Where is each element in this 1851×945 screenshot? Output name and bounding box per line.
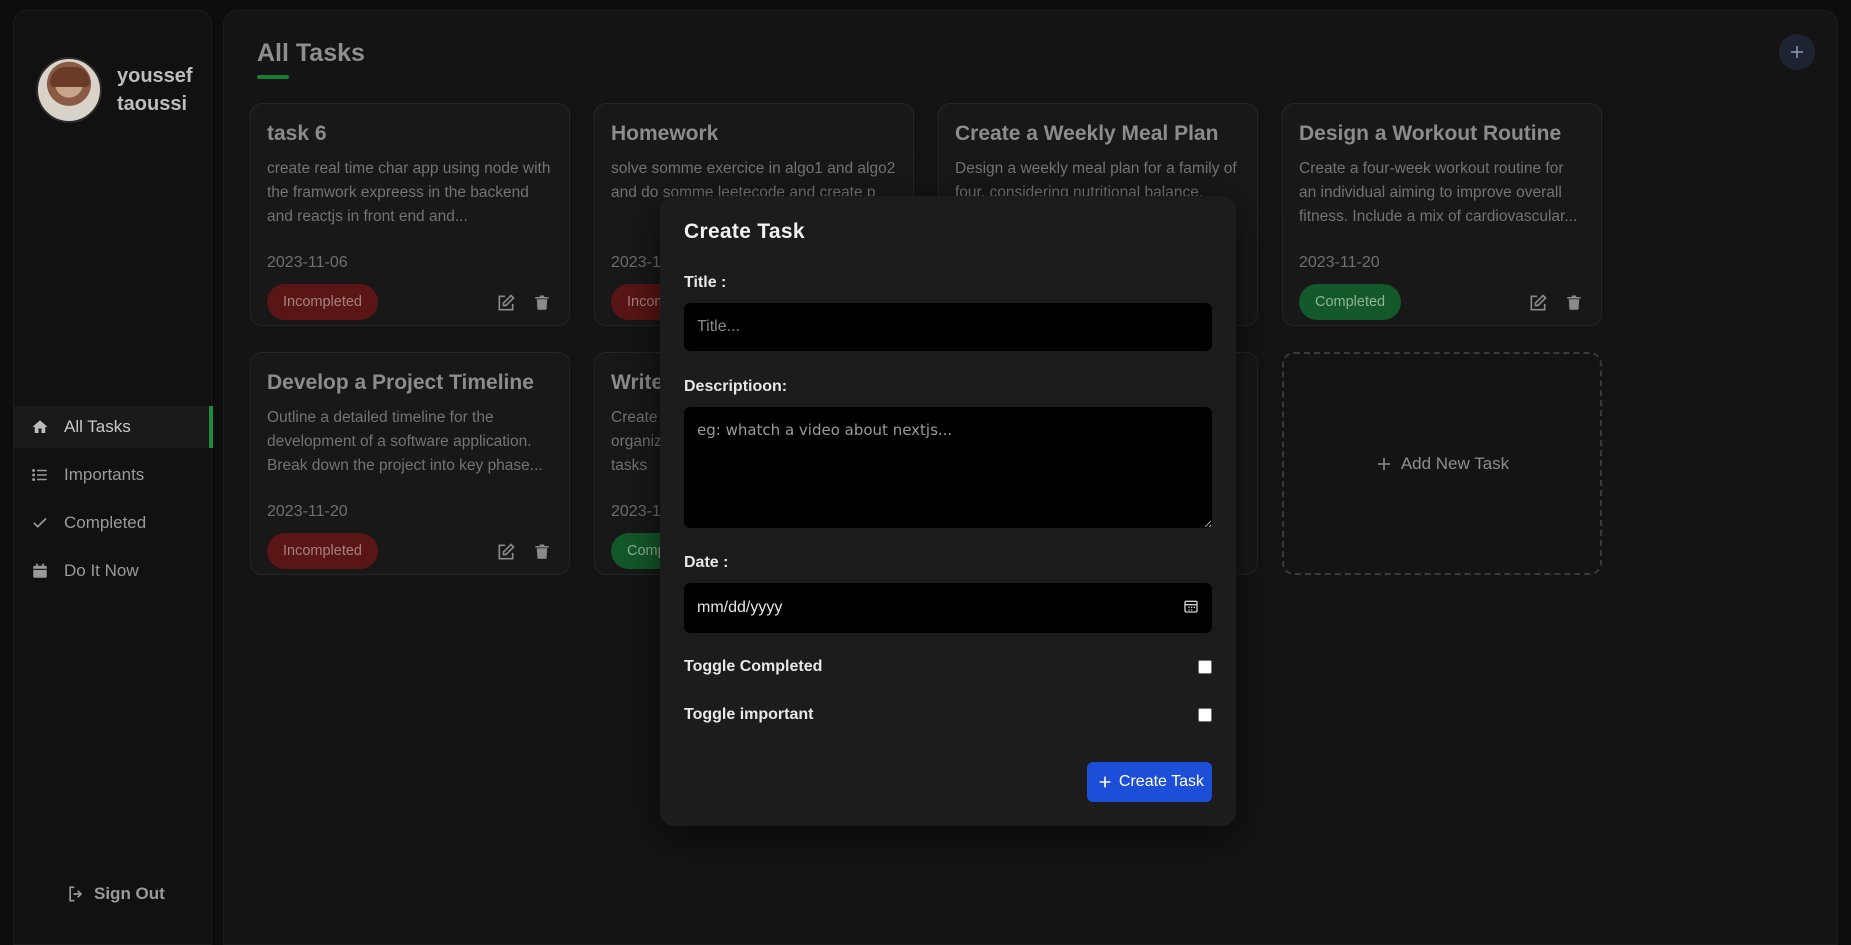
edit-icon[interactable] <box>495 541 517 563</box>
create-task-modal: Create Task Title : Descriptioon: Date :… <box>660 196 1236 826</box>
sidebar-item-label: Do It Now <box>64 561 139 580</box>
toggle-important-checkbox[interactable] <box>1198 708 1212 722</box>
trash-icon[interactable] <box>531 541 553 563</box>
sidebar-nav: All Tasks Importants Completed Do It Now <box>14 406 213 598</box>
task-date: 2023-11-20 <box>267 503 348 520</box>
task-description: Outline a detailed timeline for the deve… <box>267 409 543 474</box>
task-card: Design a Workout Routine Create a four-w… <box>1282 103 1602 326</box>
task-card: task 6 create real time char app using n… <box>250 103 570 326</box>
page-title: All Tasks <box>257 39 365 67</box>
toggle-important-label: Toggle important <box>684 706 814 723</box>
task-title: Create a Weekly Meal Plan <box>955 122 1219 145</box>
task-actions <box>495 541 553 563</box>
task-card: Develop a Project Timeline Outline a det… <box>250 352 570 575</box>
modal-title: Create Task <box>684 220 805 243</box>
status-badge[interactable]: Completed <box>1299 284 1402 320</box>
toggle-important-row: Toggle important <box>684 706 1212 724</box>
add-new-task-label: Add New Task <box>1400 453 1510 473</box>
task-actions <box>1527 292 1585 314</box>
sidebar: youssef taoussi All Tasks Importants Com… <box>13 10 213 945</box>
toggle-completed-row: Toggle Completed <box>684 658 1212 676</box>
trash-icon[interactable] <box>1563 292 1585 314</box>
task-title: Write <box>611 371 664 394</box>
task-date: 2023-1 <box>611 503 661 520</box>
sidebar-item-all-tasks[interactable]: All Tasks <box>14 406 213 448</box>
check-icon <box>30 513 50 533</box>
title-underline <box>257 75 289 79</box>
task-title: Develop a Project Timeline <box>267 371 534 394</box>
status-badge[interactable]: Incompleted <box>267 284 378 320</box>
create-task-button[interactable]: Create Task <box>1086 762 1212 802</box>
date-label: Date : <box>684 554 729 571</box>
task-title: Homework <box>611 122 719 145</box>
sign-out-button[interactable]: Sign Out <box>66 884 165 904</box>
date-input[interactable]: mm/dd/yyyy <box>684 583 1212 633</box>
description-textarea[interactable] <box>684 407 1212 528</box>
title-input[interactable] <box>684 303 1212 351</box>
sign-out-icon <box>66 884 86 904</box>
toggle-completed-checkbox[interactable] <box>1198 660 1212 674</box>
user-profile: youssef taoussi <box>36 57 193 123</box>
sidebar-item-label: Completed <box>64 513 147 532</box>
sign-out-label: Sign Out <box>94 884 165 903</box>
edit-icon[interactable] <box>1527 292 1549 314</box>
task-date: 2023-1 <box>611 254 661 271</box>
sidebar-item-completed[interactable]: Completed <box>14 502 213 544</box>
user-last-name: taoussi <box>117 93 188 115</box>
app-root: youssef taoussi All Tasks Importants Com… <box>0 0 1851 945</box>
description-label: Descriptioon: <box>684 378 788 395</box>
task-description: Create a four-week workout routine for a… <box>1299 160 1578 225</box>
task-description: Create organiz tasks su <box>611 409 661 474</box>
plus-icon <box>1375 455 1393 473</box>
task-description: create real time char app using node wit… <box>267 160 551 225</box>
plus-icon <box>1097 774 1113 790</box>
task-date: 2023-11-20 <box>1299 254 1380 271</box>
trash-icon[interactable] <box>531 292 553 314</box>
calendar-icon <box>30 561 50 581</box>
sidebar-item-importants[interactable]: Importants <box>14 454 213 496</box>
task-date: 2023-11-06 <box>267 254 348 271</box>
edit-icon[interactable] <box>495 292 517 314</box>
toggle-completed-label: Toggle Completed <box>684 658 823 675</box>
sidebar-item-label: All Tasks <box>64 417 131 436</box>
add-task-top-button[interactable] <box>1779 34 1815 70</box>
user-first-name: youssef <box>117 65 193 87</box>
sidebar-item-label: Importants <box>64 465 145 484</box>
avatar <box>36 57 102 123</box>
add-new-task-card[interactable]: Add New Task <box>1282 352 1602 575</box>
home-icon <box>30 417 50 437</box>
task-actions <box>495 292 553 314</box>
user-name: youssef taoussi <box>117 62 193 118</box>
date-placeholder: mm/dd/yyyy <box>697 599 783 616</box>
task-title: task 6 <box>267 122 327 145</box>
list-icon <box>30 465 50 485</box>
create-task-label: Create Task <box>1118 773 1204 790</box>
task-title: Design a Workout Routine <box>1299 122 1562 145</box>
calendar-picker-icon[interactable] <box>1183 598 1199 619</box>
title-label: Title : <box>684 274 727 291</box>
status-badge[interactable]: Incompleted <box>267 533 378 569</box>
plus-icon <box>1791 46 1803 58</box>
sidebar-item-do-it-now[interactable]: Do It Now <box>14 550 213 592</box>
